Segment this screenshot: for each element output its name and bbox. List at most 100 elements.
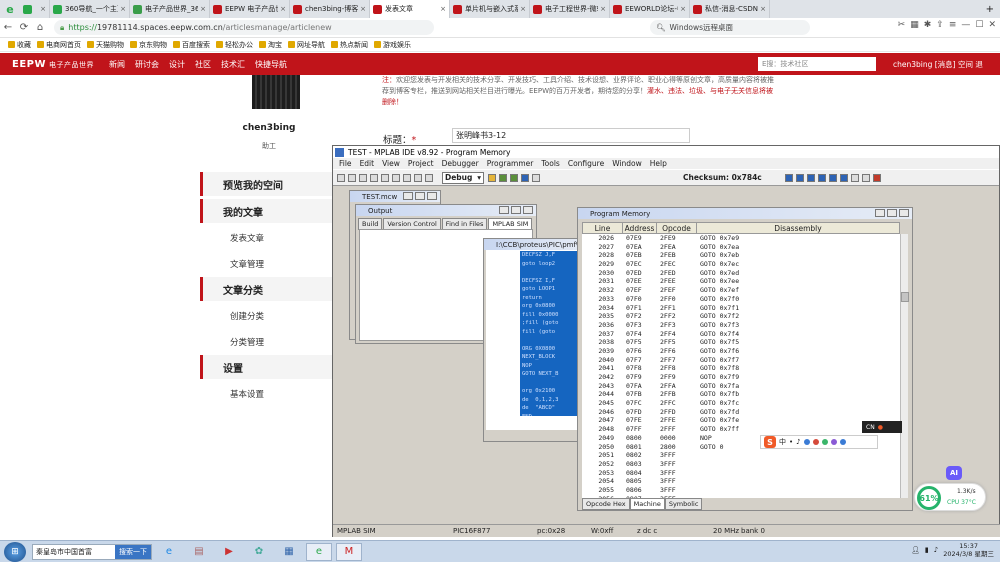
mplab-menu-item[interactable]: View bbox=[382, 159, 400, 168]
table-row[interactable]: 2037 07F4 2FF4 GOTO 0x7f4 bbox=[582, 330, 900, 339]
share-icon[interactable]: ⇪ bbox=[936, 20, 944, 30]
bookmark-item[interactable]: 淘宝 bbox=[259, 40, 282, 50]
media-player-icon[interactable]: ▶ bbox=[216, 543, 242, 561]
program-memory-title-bar[interactable]: Program Memory bbox=[578, 208, 912, 219]
menu-basic-settings[interactable]: 基本设置 bbox=[230, 388, 264, 400]
table-row[interactable]: 2034 07F1 2FF1 GOTO 0x7f1 bbox=[582, 304, 900, 313]
site-logo[interactable]: EEPW 电子产品世界 bbox=[12, 59, 94, 70]
ime-toolbar[interactable]: S 中 • ♪ bbox=[760, 435, 878, 449]
close-icon[interactable] bbox=[899, 209, 909, 217]
print-icon[interactable] bbox=[403, 173, 411, 182]
browser-logo-icon[interactable]: e bbox=[0, 0, 20, 18]
menu-publish[interactable]: 发表文章 bbox=[230, 232, 264, 244]
table-row[interactable]: 2040 07F7 2FF7 GOTO 0x7f7 bbox=[582, 356, 900, 365]
build-config-select[interactable]: Debug ▾ bbox=[442, 171, 484, 184]
find-icon[interactable] bbox=[414, 173, 422, 182]
tab-close-icon[interactable]: × bbox=[520, 5, 526, 13]
save-icon[interactable] bbox=[359, 173, 367, 182]
menu-overview[interactable]: 预览我的空间 bbox=[200, 172, 338, 196]
title-input[interactable]: 张明峰书3-12 bbox=[452, 128, 690, 143]
mplab-title-bar[interactable]: TEST - MPLAB IDE v8.92 - Program Memory bbox=[333, 146, 999, 158]
minimize-icon[interactable] bbox=[875, 209, 885, 217]
table-row[interactable]: 2043 07FA 2FFA GOTO 0x7fa bbox=[582, 382, 900, 391]
bookmark-item[interactable]: 天猫购物 bbox=[87, 40, 124, 50]
volume-icon[interactable]: ♪ bbox=[934, 546, 938, 554]
ime-keyboard-icon[interactable] bbox=[803, 439, 810, 445]
puzzle-icon[interactable]: ✱ bbox=[924, 20, 932, 30]
bookmark-item[interactable]: 网址导航 bbox=[288, 40, 325, 50]
table-row[interactable]: 2031 07EE 2FEE GOTO 0x7ee bbox=[582, 277, 900, 286]
tab-close-icon[interactable]: × bbox=[280, 5, 286, 13]
network-icon[interactable]: ▮ bbox=[925, 546, 929, 554]
site-nav-item[interactable]: 设计 bbox=[169, 59, 185, 70]
project-icon[interactable] bbox=[488, 173, 496, 182]
ime-tools-icon[interactable] bbox=[821, 439, 828, 445]
table-row[interactable]: 2029 07EC 2FEC GOTO 0x7ec bbox=[582, 260, 900, 269]
browser-tab[interactable]: EEWORLD论坛-中国× bbox=[610, 0, 690, 18]
site-nav-item[interactable]: 研讨会 bbox=[135, 59, 159, 70]
start-button[interactable]: ⊞ bbox=[4, 541, 26, 562]
user-icon[interactable]: 👤︎ bbox=[911, 546, 920, 554]
home-icon[interactable]: ⌂ bbox=[32, 22, 48, 33]
minimize-icon[interactable] bbox=[499, 206, 509, 214]
table-row[interactable]: 2054 0805 3FFF bbox=[582, 477, 900, 486]
paste-icon[interactable] bbox=[392, 173, 400, 182]
output-title-bar[interactable]: Output bbox=[356, 205, 536, 216]
browser-tab[interactable]: 电子产品世界_360搜× bbox=[130, 0, 210, 18]
col-opcode[interactable]: Opcode bbox=[657, 223, 697, 233]
workspace-title-bar[interactable]: TEST.mcw bbox=[350, 191, 440, 202]
mplab-taskbar-icon[interactable]: ▦ bbox=[276, 543, 302, 561]
table-row[interactable]: 2041 07F8 2FF8 GOTO 0x7f8 bbox=[582, 364, 900, 373]
table-row[interactable]: 2038 07F5 2FF5 GOTO 0x7f5 bbox=[582, 338, 900, 347]
bookmark-item[interactable]: 热点新闻 bbox=[331, 40, 368, 50]
tab-close-icon[interactable]: × bbox=[40, 5, 46, 13]
table-row[interactable]: 2053 0804 3FFF bbox=[582, 469, 900, 478]
browser-tab[interactable]: chen3bing-博客管理× bbox=[290, 0, 370, 18]
close-icon[interactable] bbox=[523, 206, 533, 214]
make-icon[interactable] bbox=[499, 173, 507, 182]
program-memory-tab[interactable]: Opcode Hex bbox=[582, 498, 630, 510]
table-row[interactable]: 2030 07ED 2FED GOTO 0x7ed bbox=[582, 269, 900, 278]
minimize-icon[interactable] bbox=[403, 192, 413, 200]
browser-tab[interactable]: 单片机与嵌入式系统× bbox=[450, 0, 530, 18]
bookmark-item[interactable]: 轻松办公 bbox=[216, 40, 253, 50]
avatar[interactable] bbox=[252, 75, 300, 109]
source-title-bar[interactable]: I:\CCB\proteus\PIC\pmf\ bbox=[484, 239, 586, 250]
ime-voice-icon[interactable]: ♪ bbox=[796, 438, 800, 446]
mplab-menu-item[interactable]: Help bbox=[650, 159, 667, 168]
tab-close-icon[interactable]: × bbox=[680, 5, 686, 13]
copy-icon[interactable] bbox=[381, 173, 389, 182]
cpu-widget[interactable]: 61% 1.3K/s CPU 37°C bbox=[914, 483, 986, 511]
maximize-icon[interactable]: ☐ bbox=[975, 20, 983, 30]
menu-manage-category[interactable]: 分类管理 bbox=[230, 336, 264, 348]
maximize-icon[interactable] bbox=[887, 209, 897, 217]
build-all-icon[interactable] bbox=[510, 173, 518, 182]
site-nav-item[interactable]: 社区 bbox=[195, 59, 211, 70]
mplab-menu-item[interactable]: Edit bbox=[360, 159, 375, 168]
vertical-scrollbar[interactable] bbox=[900, 234, 909, 498]
browser-search-field[interactable]: 🔍︎ Windows远程桌面 bbox=[650, 20, 810, 35]
table-row[interactable]: 2051 0802 3FFF bbox=[582, 451, 900, 460]
mplab-menu-item[interactable]: Programmer bbox=[487, 159, 534, 168]
step-over-icon[interactable] bbox=[829, 174, 837, 182]
help-icon[interactable] bbox=[425, 173, 433, 182]
step-out-icon[interactable] bbox=[840, 174, 848, 182]
ime-more-icon[interactable] bbox=[839, 439, 846, 445]
site-nav-item[interactable]: 快捷导航 bbox=[255, 59, 287, 70]
table-row[interactable]: 2044 07FB 2FFB GOTO 0x7fb bbox=[582, 390, 900, 399]
halt-icon[interactable] bbox=[796, 174, 804, 182]
menu-manage[interactable]: 文章管理 bbox=[230, 258, 264, 270]
info-icon[interactable] bbox=[521, 173, 529, 182]
bookmark-item[interactable]: 游戏娱乐 bbox=[374, 40, 411, 50]
bookmark-item[interactable]: 收藏 bbox=[8, 40, 31, 50]
minimize-icon[interactable]: — bbox=[961, 20, 970, 30]
menu-icon[interactable]: ≡ bbox=[949, 20, 957, 30]
site-nav-item[interactable]: 技术汇 bbox=[221, 59, 245, 70]
mplab-menu-item[interactable]: File bbox=[339, 159, 352, 168]
ai-assistant-button[interactable]: AI bbox=[946, 466, 962, 480]
file-explorer-icon[interactable]: ▤ bbox=[186, 543, 212, 561]
site-search-input[interactable]: E搜：技术社区 bbox=[758, 57, 876, 71]
table-row[interactable]: 2045 07FC 2FFC GOTO 0x7fc bbox=[582, 399, 900, 408]
tab-close-icon[interactable]: × bbox=[200, 5, 206, 13]
menu-create-category[interactable]: 创建分类 bbox=[230, 310, 264, 322]
